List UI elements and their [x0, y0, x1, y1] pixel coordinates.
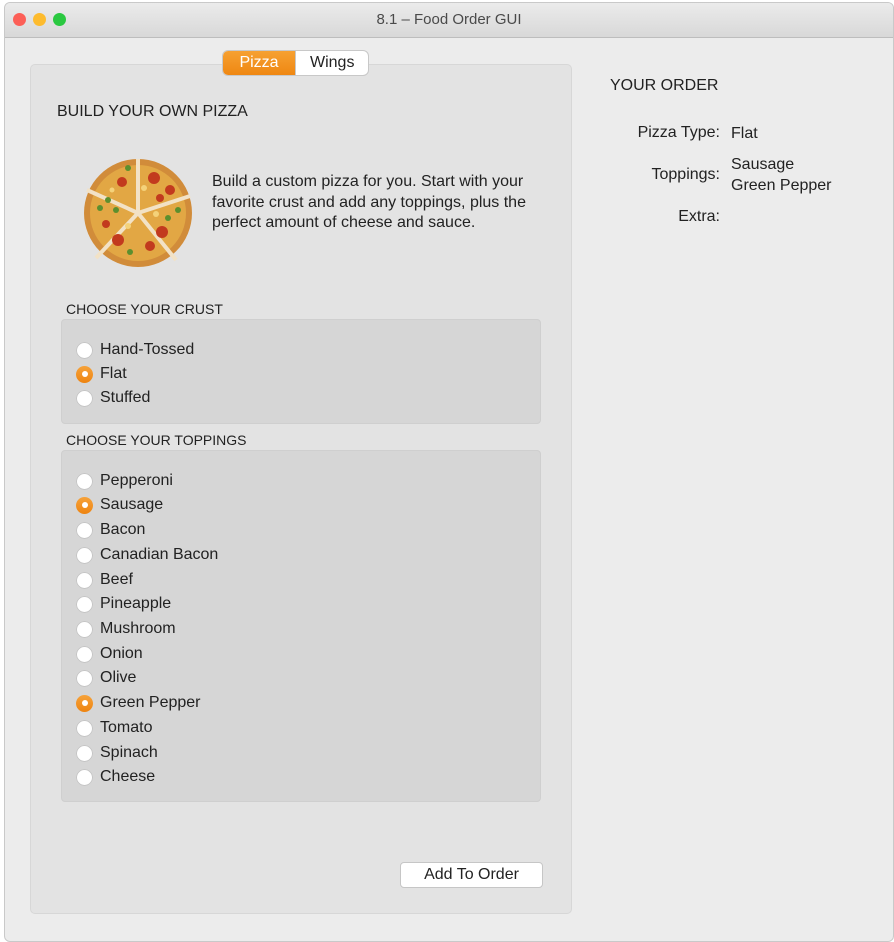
radio-label: Onion — [100, 645, 143, 662]
topping-option-onion[interactable]: Onion — [76, 643, 143, 665]
extra-label: Extra: — [678, 208, 720, 225]
crust-option-hand-tossed[interactable]: Hand-Tossed — [76, 339, 194, 361]
toppings-value-1: Sausage — [731, 156, 795, 173]
radio-icon[interactable] — [76, 744, 93, 762]
radio-label: Cheese — [100, 768, 156, 785]
radio-label: Flat — [100, 365, 127, 382]
pizza-type-value: Flat — [731, 125, 758, 142]
tab-pizza[interactable]: Pizza — [223, 51, 295, 75]
radio-label: Tomato — [100, 719, 153, 736]
radio-icon[interactable] — [76, 546, 93, 564]
toppings-label: Toppings: — [651, 166, 721, 183]
radio-label: Bacon — [100, 521, 146, 538]
radio-label: Beef — [100, 571, 133, 588]
radio-icon[interactable] — [76, 620, 93, 638]
topping-option-beef[interactable]: Beef — [76, 569, 133, 591]
radio-label: Hand-Tossed — [100, 341, 195, 358]
pizza-image — [84, 159, 192, 267]
topping-option-green-pepper[interactable]: Green Pepper — [76, 692, 201, 714]
radio-label: Olive — [100, 669, 137, 686]
toppings-section-label: CHOOSE YOUR TOPPINGS — [66, 432, 247, 448]
radio-icon[interactable] — [76, 365, 93, 383]
radio-icon[interactable] — [76, 341, 93, 359]
radio-icon[interactable] — [76, 521, 93, 539]
radio-label: Stuffed — [100, 389, 151, 406]
radio-icon[interactable] — [76, 595, 93, 613]
radio-label: Pepperoni — [100, 472, 173, 489]
crust-option-stuffed[interactable]: Stuffed — [76, 387, 150, 409]
radio-label: Mushroom — [100, 620, 176, 637]
radio-label: Sausage — [100, 496, 164, 513]
radio-icon[interactable] — [76, 694, 93, 712]
topping-option-pepperoni[interactable]: Pepperoni — [76, 470, 173, 492]
topping-option-pineapple[interactable]: Pineapple — [76, 593, 171, 615]
tab-switcher: Pizza Wings — [223, 51, 368, 75]
window-title: 8.1 – Food Order GUI — [376, 11, 522, 28]
topping-option-bacon[interactable]: Bacon — [76, 519, 145, 541]
pizza-description: Build a custom pizza for you. Start with… — [212, 173, 526, 231]
radio-icon[interactable] — [76, 669, 93, 687]
add-to-order-button[interactable]: Add To Order — [400, 862, 543, 888]
radio-icon[interactable] — [76, 768, 93, 786]
tab-wings[interactable]: Wings — [295, 51, 368, 75]
topping-option-spinach[interactable]: Spinach — [76, 742, 158, 764]
pizza-type-label: Pizza Type: — [637, 124, 720, 141]
radio-icon[interactable] — [76, 645, 93, 663]
radio-label: Green Pepper — [100, 694, 201, 711]
radio-label: Spinach — [100, 744, 158, 761]
topping-option-canadian-bacon[interactable]: Canadian Bacon — [76, 544, 218, 566]
crust-option-flat[interactable]: Flat — [76, 363, 127, 385]
topping-option-mushroom[interactable]: Mushroom — [76, 618, 176, 640]
radio-label: Pineapple — [100, 595, 172, 612]
topping-option-sausage[interactable]: Sausage — [76, 494, 163, 516]
radio-icon[interactable] — [76, 389, 93, 407]
radio-icon[interactable] — [76, 571, 93, 589]
radio-icon[interactable] — [76, 472, 93, 490]
toppings-value-2: Green Pepper — [731, 177, 832, 194]
topping-option-tomato[interactable]: Tomato — [76, 717, 152, 739]
radio-icon[interactable] — [76, 719, 93, 737]
topping-option-olive[interactable]: Olive — [76, 667, 136, 689]
build-heading: BUILD YOUR OWN PIZZA — [57, 103, 248, 120]
topping-option-cheese[interactable]: Cheese — [76, 766, 155, 788]
title-bar: 8.1 – Food Order GUI — [5, 3, 893, 38]
radio-icon[interactable] — [76, 496, 93, 514]
radio-label: Canadian Bacon — [100, 546, 219, 563]
order-title: YOUR ORDER — [610, 77, 719, 94]
crust-section-label: CHOOSE YOUR CRUST — [66, 301, 223, 317]
